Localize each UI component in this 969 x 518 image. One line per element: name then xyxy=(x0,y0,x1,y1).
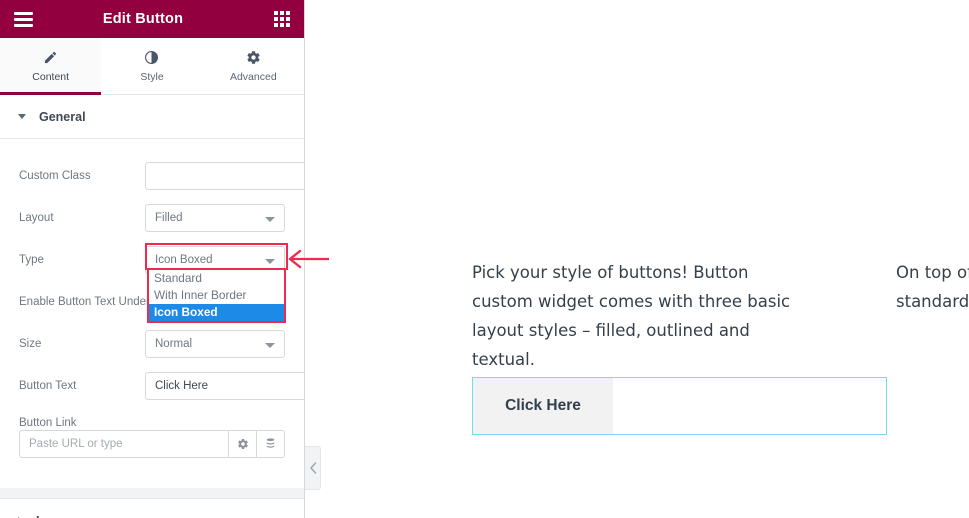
dropdown-option-standard[interactable]: Standard xyxy=(149,270,284,287)
preview-paragraph-left: Pick your style of buttons! Button custo… xyxy=(472,263,791,369)
control-label-button-link: Button Link xyxy=(19,417,77,429)
gear-icon xyxy=(246,49,261,66)
control-row-button-link xyxy=(0,430,304,458)
tab-style[interactable]: Style xyxy=(101,38,203,94)
control-label-button-text: Button Text xyxy=(19,380,77,392)
section-header-general[interactable]: General xyxy=(0,95,304,139)
gear-icon[interactable] xyxy=(228,431,256,457)
dropdown-option-icon-boxed[interactable]: Icon Boxed xyxy=(149,304,284,321)
preview-button-label: Click Here xyxy=(505,397,581,414)
layout-select-value: Filled xyxy=(155,212,183,224)
type-select-dropdown-list[interactable]: Standard With Inner Border Icon Boxed xyxy=(147,268,286,323)
control-label-underline: Enable Button Text Underline xyxy=(19,296,168,308)
panel-tabs: Content Style Advanced xyxy=(0,38,304,95)
tab-content-label: Content xyxy=(32,71,70,83)
contrast-icon xyxy=(144,49,159,66)
custom-class-input[interactable] xyxy=(146,163,304,189)
control-label-layout: Layout xyxy=(19,212,54,224)
chevron-down-icon xyxy=(18,114,26,119)
size-select[interactable]: Normal xyxy=(145,330,285,358)
grid-apps-icon[interactable] xyxy=(260,0,304,38)
control-label-size: Size xyxy=(19,338,42,350)
control-row-custom-class: Custom Class xyxy=(0,155,304,197)
dropdown-option-with-inner-border[interactable]: With Inner Border xyxy=(149,287,284,304)
section-header-icon[interactable]: Icon xyxy=(0,499,304,518)
button-link-input[interactable] xyxy=(20,431,228,457)
panel-header: Edit Button xyxy=(0,0,304,38)
editor-sidebar-panel: Edit Button Content Style Advanced Gener… xyxy=(0,0,305,518)
page-title: Edit Button xyxy=(102,11,184,27)
control-label-type: Type xyxy=(19,254,44,266)
chevron-left-icon xyxy=(309,462,316,474)
preview-paragraph-right: On top of that, you also get three stand… xyxy=(896,263,969,311)
preview-button-widget[interactable]: Click Here xyxy=(472,377,887,435)
tab-style-label: Style xyxy=(140,71,164,83)
control-label-custom-class: Custom Class xyxy=(19,170,91,182)
pencil-icon xyxy=(43,49,58,66)
chevron-down-icon xyxy=(265,217,275,222)
layout-select[interactable]: Filled xyxy=(145,204,285,232)
preview-button-box[interactable]: Click Here xyxy=(473,378,613,434)
tab-advanced-label: Advanced xyxy=(229,71,277,83)
arrow-left-icon xyxy=(286,248,330,270)
type-select-value: Icon Boxed xyxy=(155,254,213,266)
size-select-value: Normal xyxy=(155,338,193,350)
panel-collapse-handle[interactable] xyxy=(305,446,321,490)
section-divider-strip xyxy=(0,488,304,499)
dynamic-tag-icon[interactable] xyxy=(256,431,284,457)
section-title-icon: Icon xyxy=(36,514,62,518)
elementor-editor-screen: Edit Button Content Style Advanced Gener… xyxy=(0,0,969,518)
control-row-size: Size Normal xyxy=(0,323,304,365)
tab-content[interactable]: Content xyxy=(0,38,102,95)
chevron-down-icon xyxy=(265,343,275,348)
button-text-input[interactable] xyxy=(146,373,304,399)
tab-advanced[interactable]: Advanced xyxy=(202,38,304,94)
chevron-down-icon xyxy=(265,259,275,264)
control-row-layout: Layout Filled xyxy=(0,197,304,239)
control-row-button-text: Button Text xyxy=(0,365,304,407)
preview-canvas: Pick your style of buttons! Button custo… xyxy=(306,0,969,518)
section-title-general: General xyxy=(39,109,86,124)
